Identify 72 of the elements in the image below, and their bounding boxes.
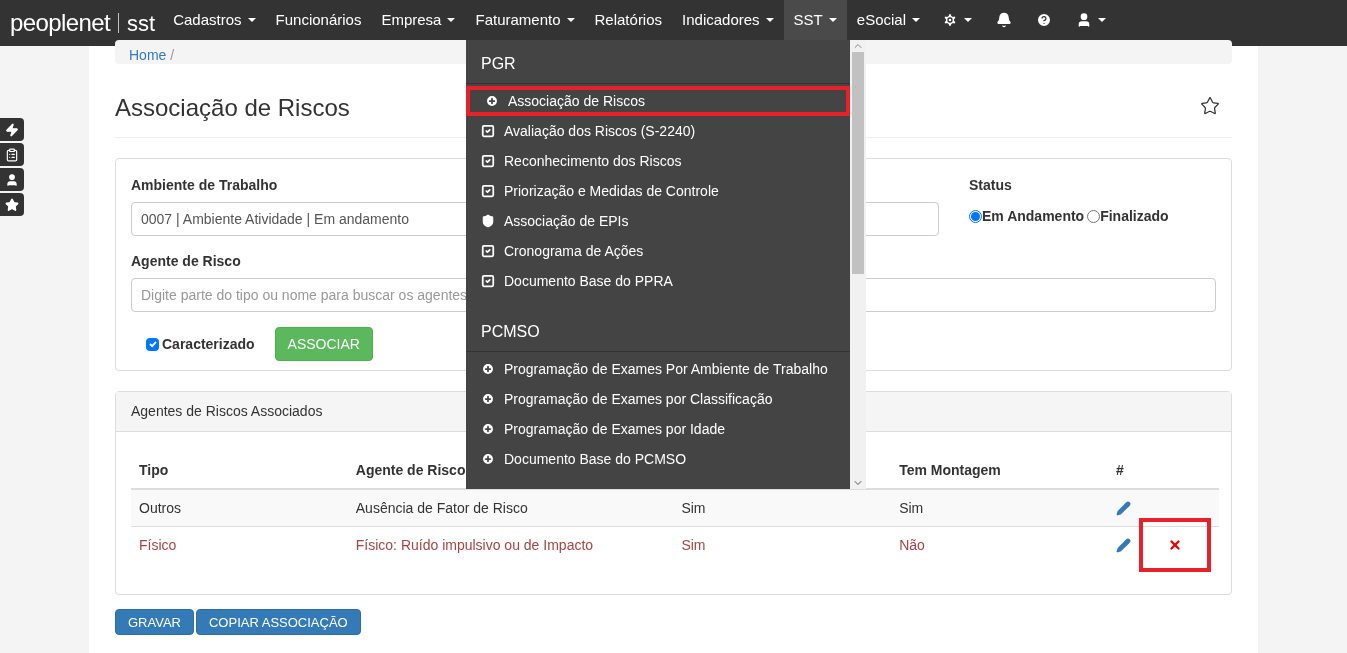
plus-circle-icon [481, 392, 495, 406]
user-icon [1076, 12, 1092, 28]
table-cell: Não [899, 536, 925, 553]
action-button[interactable]: COPIAR ASSOCIAÇÃO [196, 609, 361, 635]
radio-label: Finalizado [1100, 207, 1169, 226]
menu-item[interactable]: Associação de Riscos [466, 86, 850, 116]
radio-button[interactable] [969, 210, 982, 223]
bolt-icon [5, 122, 19, 137]
delete-x-icon[interactable] [1168, 538, 1182, 553]
plus-circle-icon [485, 94, 499, 108]
nav-menu-item[interactable]: eSocial [846, 0, 930, 40]
side-tab-button[interactable] [0, 143, 24, 166]
clipboard-icon [5, 147, 19, 162]
nav-menu-item[interactable]: Relatórios [584, 0, 673, 40]
check-square-icon [481, 124, 495, 138]
column-header: Tipo [139, 461, 169, 478]
checkbox[interactable] [146, 337, 159, 351]
table-cell: Ausência de Fator de Risco [355, 499, 528, 516]
edit-pencil-icon[interactable] [1116, 500, 1131, 516]
settings-icon [942, 12, 958, 28]
menu-item[interactable]: Cronograma de Ações [466, 236, 850, 266]
nav-menu-item[interactable]: Cadastros [163, 0, 266, 40]
menu-item[interactable]: Avaliação dos Riscos (S-2240) [466, 116, 850, 146]
menu-item[interactable]: Documento Base do PPRA [466, 266, 850, 296]
column-header: Agente de Risco [355, 461, 466, 478]
menu-section-title: PGR [480, 53, 517, 74]
page-title: Associação de Riscos [115, 92, 350, 123]
star-icon [5, 197, 19, 212]
breadcrumb-link[interactable]: Home [129, 44, 167, 66]
table-cell: Sim [899, 499, 924, 516]
plus-circle-icon [481, 362, 495, 376]
field-label: Ambiente de Trabalho [131, 176, 278, 195]
plus-circle-icon [481, 452, 495, 466]
menu-section-title: PCMSO [480, 321, 541, 342]
nav-menu-item[interactable]: SST [783, 0, 847, 40]
edit-pencil-icon[interactable] [1116, 537, 1131, 553]
breadcrumb-separator: / [170, 45, 175, 65]
side-tab-button[interactable] [0, 168, 24, 191]
favorite-star-icon[interactable] [1200, 95, 1220, 116]
user-icon [5, 172, 19, 187]
column-header: # [1116, 461, 1124, 478]
check-square-icon [481, 274, 495, 288]
table-cell: Outros [139, 499, 181, 516]
side-tab-button[interactable] [0, 118, 24, 141]
plus-circle-icon [481, 422, 495, 436]
nav-menu-item[interactable]: Funcionários [265, 0, 372, 40]
check-square-icon [481, 154, 495, 168]
check-square-icon [481, 244, 495, 258]
menu-item[interactable]: Documento Base do PCMSO [466, 444, 850, 474]
menu-item[interactable]: Associação de EPIs [466, 206, 850, 236]
nav-menu-item[interactable]: Empresa [371, 0, 466, 40]
field-label: Status [969, 176, 1013, 195]
bell-icon [996, 12, 1012, 28]
help-icon [1036, 12, 1052, 28]
action-button[interactable]: GRAVAR [115, 609, 194, 635]
table-cell: Sim [681, 536, 706, 553]
check-square-icon [481, 184, 495, 198]
nav-menu-item[interactable]: Faturamento [465, 0, 585, 40]
shield-icon [481, 214, 495, 228]
field-label: Agente de Risco [131, 252, 241, 271]
side-tab-button[interactable] [0, 193, 24, 216]
radio-label: Em Andamento [982, 207, 1085, 226]
table-cell: Físico: Ruído impulsivo ou de Impacto [355, 536, 594, 553]
column-header: Tem Montagem [899, 461, 1001, 478]
checkbox-label: Caracterizado [162, 334, 255, 354]
logo[interactable]: peoplenet [10, 5, 111, 41]
nav-menu-item[interactable]: Indicadores [672, 0, 784, 40]
table-cell: Sim [681, 499, 706, 516]
menu-item[interactable]: Programação de Exames Por Ambiente de Trabalho [466, 354, 850, 384]
table-cell: Físico [139, 536, 177, 553]
menu-item[interactable]: Reconhecimento dos Riscos [466, 146, 850, 176]
logo-suffix: sst [127, 9, 156, 38]
